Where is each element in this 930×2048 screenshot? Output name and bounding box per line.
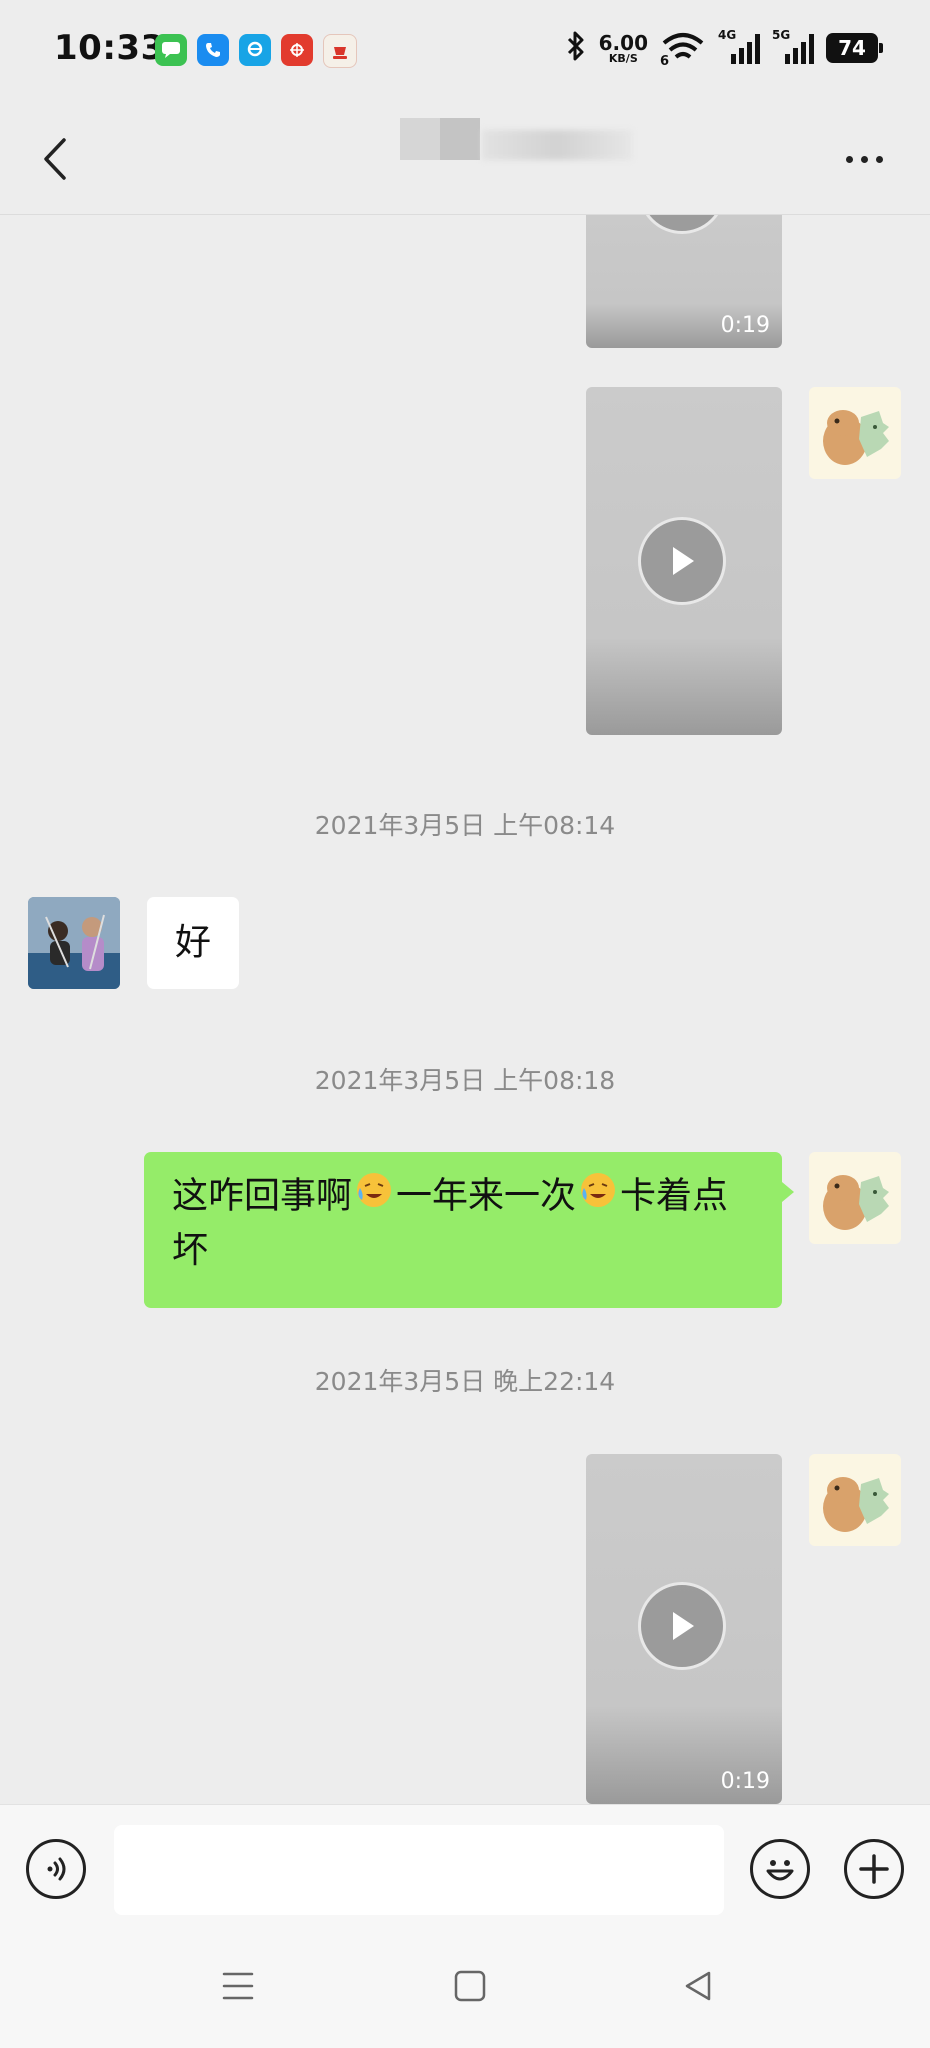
triangle-back-icon [685,1971,711,2001]
shopping-app-icon [323,34,357,68]
play-icon [638,1582,726,1670]
capybara-avatar-icon [823,410,889,465]
square-icon [454,1970,486,2002]
chevron-left-icon [44,138,66,180]
message-text: 好 [175,922,212,963]
my-avatar[interactable] [809,1454,901,1546]
menu-lines-icon [222,1972,254,2000]
system-navigation-bar [0,1922,930,2048]
received-message-bubble[interactable]: 好 [147,897,240,989]
more-actions-button[interactable] [844,1839,904,1899]
status-indicators: 6.00 KB/S 6 4G 5G 74 [565,28,883,69]
message-text-field[interactable] [114,1825,724,1915]
chat-header [0,104,930,215]
back-button[interactable] [30,132,80,186]
capybara-avatar-icon [823,1477,889,1532]
battery-icon: 74 [826,33,883,63]
crying-laughing-emoji-icon [578,1170,618,1225]
network-speed: 6.00 KB/S [598,30,648,65]
home-button[interactable] [450,1966,490,2006]
signal-4g-icon: 4G [718,28,760,64]
contact-avatar[interactable] [28,897,120,989]
sent-message-bubble[interactable]: 这咋回事啊 一年来一次 卡着点坏 [144,1152,794,1308]
browser-app-icon [239,34,271,66]
chat-title-redacted [400,118,640,164]
news-app-icon [281,34,313,66]
timestamp: 2021年3月5日 上午08:14 [314,811,616,840]
video-message[interactable] [586,387,782,735]
play-icon [638,214,726,234]
my-avatar[interactable] [809,387,901,479]
status-time: 10:33 [54,28,165,68]
play-icon [638,517,726,605]
status-bar: 10:33 6.00 KB/S 6 4G 5G 74 [0,0,930,104]
video-duration: 0:19 [720,313,770,338]
bluetooth-icon [565,30,587,66]
my-avatar[interactable] [809,1152,901,1244]
video-message[interactable]: 0:19 [586,1454,782,1804]
video-message[interactable]: 0:19 [586,214,782,348]
chat-message-list[interactable]: 0:19 2021年3月5日 上午08:14 好 2021年3月5日 上午08:… [0,214,930,1804]
capybara-avatar-icon [823,1175,889,1230]
more-options-button[interactable] [834,144,894,174]
smiley-icon [766,1860,794,1881]
timestamp: 2021年3月5日 晚上22:14 [314,1367,616,1396]
emoji-button[interactable] [750,1839,810,1899]
phone-app-icon [197,34,229,66]
crying-laughing-emoji-icon [354,1170,394,1225]
message-text-part: 一年来一次 [396,1175,577,1217]
contact-photo-icon [28,897,120,989]
video-duration: 0:19 [720,1769,770,1794]
signal-5g-icon: 5G [772,28,814,64]
notification-icons [155,34,357,68]
system-back-button[interactable] [678,1966,718,2006]
messages-app-icon [155,34,187,66]
voice-input-button[interactable] [26,1839,86,1899]
plus-icon [859,1854,889,1884]
message-input-bar [0,1804,930,1923]
voice-icon [47,1857,66,1881]
wifi-icon: 6 [660,31,706,69]
more-dots-icon [845,155,853,163]
message-text-part: 这咋回事啊 [172,1175,353,1217]
timestamp: 2021年3月5日 上午08:18 [314,1066,616,1095]
recents-button[interactable] [218,1966,258,2006]
